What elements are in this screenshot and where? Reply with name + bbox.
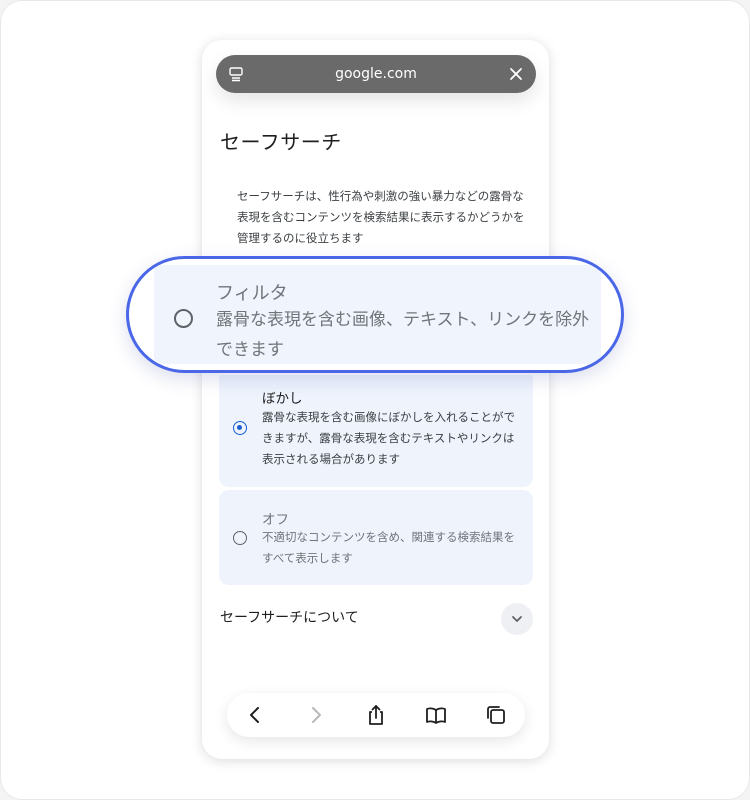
- option-filter-title: フィルタ: [216, 283, 288, 304]
- option-filter-body: 露骨な表現を含む画像、テキスト、リンクを除外できます: [216, 310, 590, 360]
- option-off[interactable]: オフ 不適切なコンテンツを含め、関連する検索結果をすべて表示します: [219, 490, 533, 585]
- radio-off[interactable]: [233, 531, 247, 545]
- share-icon[interactable]: [364, 703, 388, 727]
- page-title: セーフサーチ: [220, 130, 342, 154]
- address-bar[interactable]: google.com: [216, 55, 536, 93]
- page-description: セーフサーチは、性行為や刺激の強い暴力などの露骨な表現を含むコンテンツを検索結果…: [237, 189, 525, 245]
- option-blur-title: ぼかし: [262, 391, 303, 407]
- option-blur-body: 露骨な表現を含む画像にぼかしを入れることができますが、露骨な表現を含むテキストや…: [262, 410, 515, 466]
- close-icon[interactable]: [508, 66, 524, 82]
- option-off-title: オフ: [262, 512, 289, 528]
- radio-blur-selected[interactable]: [233, 421, 247, 435]
- phone-frame: google.com セーフサーチ セーフサーチは、性行為や刺激の強い暴力などの…: [202, 40, 549, 759]
- chevron-down-icon: [512, 616, 522, 622]
- option-blur[interactable]: ぼかし 露骨な表現を含む画像にぼかしを入れることができますが、露骨な表現を含むテ…: [219, 375, 533, 487]
- url-text[interactable]: google.com: [216, 55, 536, 93]
- bookmarks-icon[interactable]: [424, 703, 448, 727]
- browser-toolbar: [227, 693, 525, 737]
- option-filter[interactable]: フィルタ 露骨な表現を含む画像、テキスト、リンクを除外できます: [154, 265, 601, 364]
- expand-button[interactable]: [501, 603, 533, 635]
- tabs-icon[interactable]: [484, 703, 508, 727]
- radio-filter[interactable]: [174, 309, 193, 328]
- option-filter-callout[interactable]: フィルタ 露骨な表現を含む画像、テキスト、リンクを除外できます: [126, 256, 624, 373]
- forward-icon[interactable]: [304, 703, 328, 727]
- back-icon[interactable]: [243, 703, 267, 727]
- about-safesearch-label[interactable]: セーフサーチについて: [220, 607, 359, 627]
- option-off-body: 不適切なコンテンツを含め、関連する検索結果をすべて表示します: [262, 530, 515, 565]
